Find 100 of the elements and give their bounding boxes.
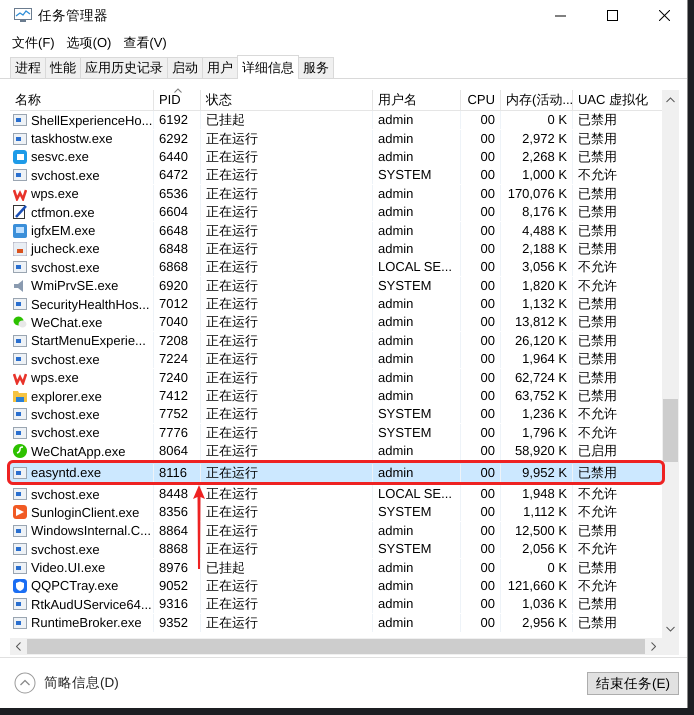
process-name: WeChatApp.exe (31, 444, 126, 459)
process-row[interactable]: WeChatApp.exe 8064 正在运行 admin 00 58,920 K 已启用 (10, 442, 662, 460)
window-icon (13, 407, 27, 422)
menu-item[interactable]: 查看(V) (117, 34, 173, 52)
process-row[interactable]: svchost.exe 7224 正在运行 admin 00 1,964 K 已禁用 (10, 350, 662, 368)
tab[interactable]: 应用历史记录 (80, 57, 168, 78)
window-icon (13, 352, 27, 366)
remote-icon (13, 505, 27, 520)
process-row[interactable]: StartMenuExperie... 7208 正在运行 admin 00 26,120 K 已禁用 (10, 332, 662, 350)
table-cell: admin (372, 464, 460, 482)
table-cell: admin (372, 203, 460, 222)
process-name: WmiPrvSE.exe (31, 278, 118, 294)
process-row[interactable]: RtkAudUService64... 9316 正在运行 admin 00 1,036 K 已禁用 (10, 595, 662, 614)
tab[interactable]: 性能 (45, 57, 81, 78)
scroll-thumb[interactable] (27, 639, 645, 654)
table-cell: 1,112 K (500, 503, 572, 522)
process-name: RtkAudUService64... (31, 596, 152, 612)
w-logo-icon (13, 370, 27, 385)
menu-item[interactable]: 文件(F) (6, 34, 61, 52)
column-header[interactable]: 内存(活动... (500, 90, 572, 110)
menu-item[interactable]: 选项(O) (60, 34, 118, 52)
process-row[interactable]: ShellExperienceHo... 6192 已挂起 admin 00 0 K 已禁用 (10, 111, 662, 130)
process-row[interactable]: explorer.exe 7412 正在运行 admin 00 63,752 K 已禁用 (10, 386, 662, 406)
table-cell: 正在运行 (200, 368, 372, 387)
process-row[interactable]: WeChat.exe 7040 正在运行 admin 00 13,812 K 已禁用 (10, 313, 662, 332)
window-icon (13, 597, 27, 612)
column-header[interactable]: 名称 (10, 90, 153, 110)
table-cell: 00 (460, 405, 500, 424)
window-icon (13, 466, 27, 480)
table-cell: 6536 (153, 184, 200, 203)
table-cell: admin (372, 313, 460, 332)
table-cell: 00 (460, 424, 500, 442)
table-cell: 正在运行 (200, 130, 372, 148)
sort-caret-icon (174, 88, 182, 93)
column-header[interactable]: 用户名 (372, 90, 460, 110)
process-name: WindowsInternal.C... (31, 523, 151, 538)
process-row[interactable]: QQPCTray.exe 9052 正在运行 admin 00 121,660 K 不允许 (10, 576, 662, 596)
process-name: Video.UI.exe (31, 560, 106, 576)
column-header[interactable]: PID (153, 90, 200, 110)
process-row[interactable]: ctfmon.exe 6604 正在运行 admin 00 8,176 K 已禁用 (10, 202, 662, 222)
table-cell: 63,752 K (500, 387, 572, 406)
process-row[interactable]: wps.exe 6536 正在运行 admin 00 170,076 K 已禁用 (10, 184, 662, 203)
process-name: svchost.exe (31, 406, 100, 422)
end-task-button[interactable]: 结束任务(E) (587, 672, 679, 694)
process-name: RuntimeBroker.exe (31, 615, 142, 630)
shield-icon (13, 578, 27, 593)
tab[interactable]: 用户 (202, 57, 238, 78)
vertical-scrollbar[interactable] (662, 90, 679, 638)
process-row[interactable]: taskhostw.exe 6292 正在运行 admin 00 2,972 K 已禁用 (10, 129, 662, 148)
process-row[interactable]: svchost.exe 6868 正在运行 LOCAL SE... 00 3,056 K 不允许 (10, 258, 662, 277)
table-cell: 00 (460, 111, 500, 130)
arrow-icon (193, 485, 205, 569)
window-icon (13, 426, 27, 440)
tab[interactable]: 详细信息 (237, 55, 299, 79)
table-cell: 7224 (153, 350, 200, 368)
table-cell: 00 (460, 240, 500, 258)
process-row[interactable]: SecurityHealthHos... 7012 正在运行 admin 00 1,132 K 已禁用 (10, 294, 662, 314)
table-cell: 已挂起 (200, 111, 372, 130)
window-icon (13, 132, 27, 146)
table-cell: 121,660 K (500, 576, 572, 595)
window-icon (13, 168, 27, 182)
process-row[interactable]: wps.exe 7240 正在运行 admin 00 62,724 K 已禁用 (10, 368, 662, 387)
table-cell: 9316 (153, 595, 200, 614)
scroll-thumb[interactable] (663, 399, 678, 462)
column-header[interactable]: CPU (460, 90, 500, 110)
tab[interactable]: 服务 (298, 57, 334, 78)
cup-icon (13, 242, 27, 256)
table-cell: 正在运行 (200, 595, 372, 614)
horizontal-scrollbar[interactable] (10, 638, 679, 655)
column-header[interactable]: 状态 (200, 90, 372, 110)
table-cell: admin (372, 295, 460, 314)
table-cell: 1,948 K (500, 485, 572, 503)
table-cell: 7776 (153, 424, 200, 442)
details-toggle[interactable]: 简略信息(D) (14, 672, 119, 694)
browser-icon (13, 150, 27, 164)
process-row[interactable]: easyntd.exe 8116 正在运行 admin 00 9,952 K 已禁用 (10, 463, 662, 482)
table-cell: 00 (460, 332, 500, 350)
process-row[interactable]: sesvc.exe 6440 正在运行 admin 00 2,268 K 已禁用 (10, 148, 662, 166)
table-cell: 26,120 K (500, 332, 572, 350)
process-row[interactable]: svchost.exe 7776 正在运行 SYSTEM 00 1,796 K 不允许 (10, 424, 662, 442)
process-row[interactable]: igfxEM.exe 6648 正在运行 admin 00 4,488 K 已禁用 (10, 221, 662, 240)
table-cell: 00 (460, 166, 500, 184)
table-cell: admin (372, 111, 460, 130)
table-cell: 9,952 K (500, 464, 572, 482)
process-row[interactable]: jucheck.exe 6848 正在运行 admin 00 2,188 K 已禁用 (10, 240, 662, 258)
table-cell: 正在运行 (200, 148, 372, 166)
table-cell: 0 K (500, 111, 572, 130)
process-row[interactable]: svchost.exe 7752 正在运行 SYSTEM 00 1,236 K 不允许 (10, 405, 662, 424)
tab[interactable]: 启动 (167, 57, 203, 78)
table-cell: 7752 (153, 405, 200, 424)
table-cell: 6192 (153, 111, 200, 130)
table-cell: 00 (460, 485, 500, 503)
table-cell: 正在运行 (200, 222, 372, 240)
table-cell: 00 (460, 130, 500, 148)
process-row[interactable]: svchost.exe 6472 正在运行 SYSTEM 00 1,000 K 不允许 (10, 166, 662, 185)
process-name: taskhostw.exe (31, 131, 113, 146)
table-cell: 正在运行 (200, 424, 372, 442)
chevron-up-icon (14, 672, 36, 694)
process-row[interactable]: RuntimeBroker.exe 9352 正在运行 admin 00 2,956 K 已禁用 (10, 614, 662, 632)
tab[interactable]: 进程 (10, 57, 46, 78)
